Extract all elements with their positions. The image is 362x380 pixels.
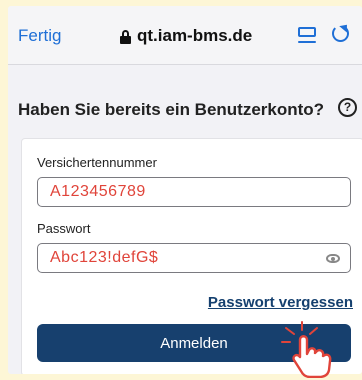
insurance-label: Versichertennummer (37, 155, 157, 170)
browser-top-bar: Fertig qt.iam-bms.de (8, 6, 362, 65)
forgot-password-link[interactable]: Passwort vergessen (208, 294, 353, 311)
password-field[interactable]: Abc123!defG$ (37, 243, 351, 273)
help-icon[interactable]: ? (338, 98, 357, 117)
password-label: Passwort (37, 221, 91, 236)
lock-icon (120, 29, 131, 44)
password-value: Abc123!defG$ (50, 249, 159, 266)
reader-icon[interactable] (298, 27, 316, 43)
insurance-number-field[interactable]: A123456789 (37, 177, 351, 207)
insurance-number-value: A123456789 (50, 183, 146, 200)
eye-icon[interactable] (326, 254, 340, 263)
done-button[interactable]: Fertig (18, 26, 61, 46)
url-text: qt.iam-bms.de (137, 26, 253, 45)
page-title: Haben Sie bereits ein Benutzerkonto? (18, 100, 325, 119)
reload-icon[interactable] (332, 25, 349, 42)
url-display[interactable]: qt.iam-bms.de (120, 26, 252, 46)
hand-pointer-icon (281, 321, 332, 378)
browser-frame: Fertig qt.iam-bms.de Haben Sie bereits e… (8, 6, 362, 374)
